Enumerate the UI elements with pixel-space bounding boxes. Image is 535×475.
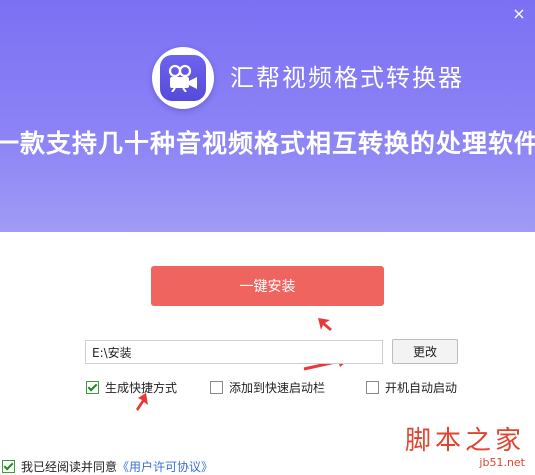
create-shortcut-checkbox[interactable] <box>86 380 99 394</box>
option-quick-launch[interactable]: 添加到快速启动栏 <box>210 379 325 395</box>
agree-prefix: 我已经阅读并同意 <box>21 460 118 474</box>
app-title: 汇帮视频格式转换器 <box>230 64 464 92</box>
watermark-url: jb51.net <box>479 456 525 469</box>
auto-start-checkbox[interactable] <box>366 380 379 394</box>
video-camera-icon <box>160 55 206 101</box>
quick-launch-checkbox[interactable] <box>210 380 223 394</box>
option-label: 生成快捷方式 <box>105 380 178 395</box>
option-label: 添加到快速启动栏 <box>229 380 326 395</box>
agree-checkbox[interactable] <box>2 460 15 473</box>
install-button-label: 一键安装 <box>239 279 296 295</box>
license-agreement[interactable]: 我已经阅读并同意 《用户许可协议》 <box>2 458 213 475</box>
app-logo <box>152 47 214 109</box>
one-click-install-button[interactable]: 一键安装 <box>151 266 384 306</box>
option-auto-start[interactable]: 开机自动启动 <box>366 379 457 395</box>
arrow-annotation-install <box>318 318 332 331</box>
change-path-label: 更改 <box>412 345 437 359</box>
license-link[interactable]: 《用户许可协议》 <box>117 458 213 475</box>
option-create-shortcut[interactable]: 生成快捷方式 <box>86 379 177 395</box>
change-path-button[interactable]: 更改 <box>392 339 458 364</box>
tagline: 一款支持几十种音视频格式相互转换的处理软件 <box>0 129 535 158</box>
watermark-logo: 脚本之家 <box>404 426 525 456</box>
close-icon: × <box>512 4 526 23</box>
header-banner: × 汇帮视频格式转换器 一款支持几十种音视频格式相互转换的处理软件 <box>0 0 535 232</box>
install-path-input[interactable] <box>85 340 383 364</box>
close-button[interactable]: × <box>509 4 529 24</box>
option-label: 开机自动启动 <box>385 380 458 395</box>
